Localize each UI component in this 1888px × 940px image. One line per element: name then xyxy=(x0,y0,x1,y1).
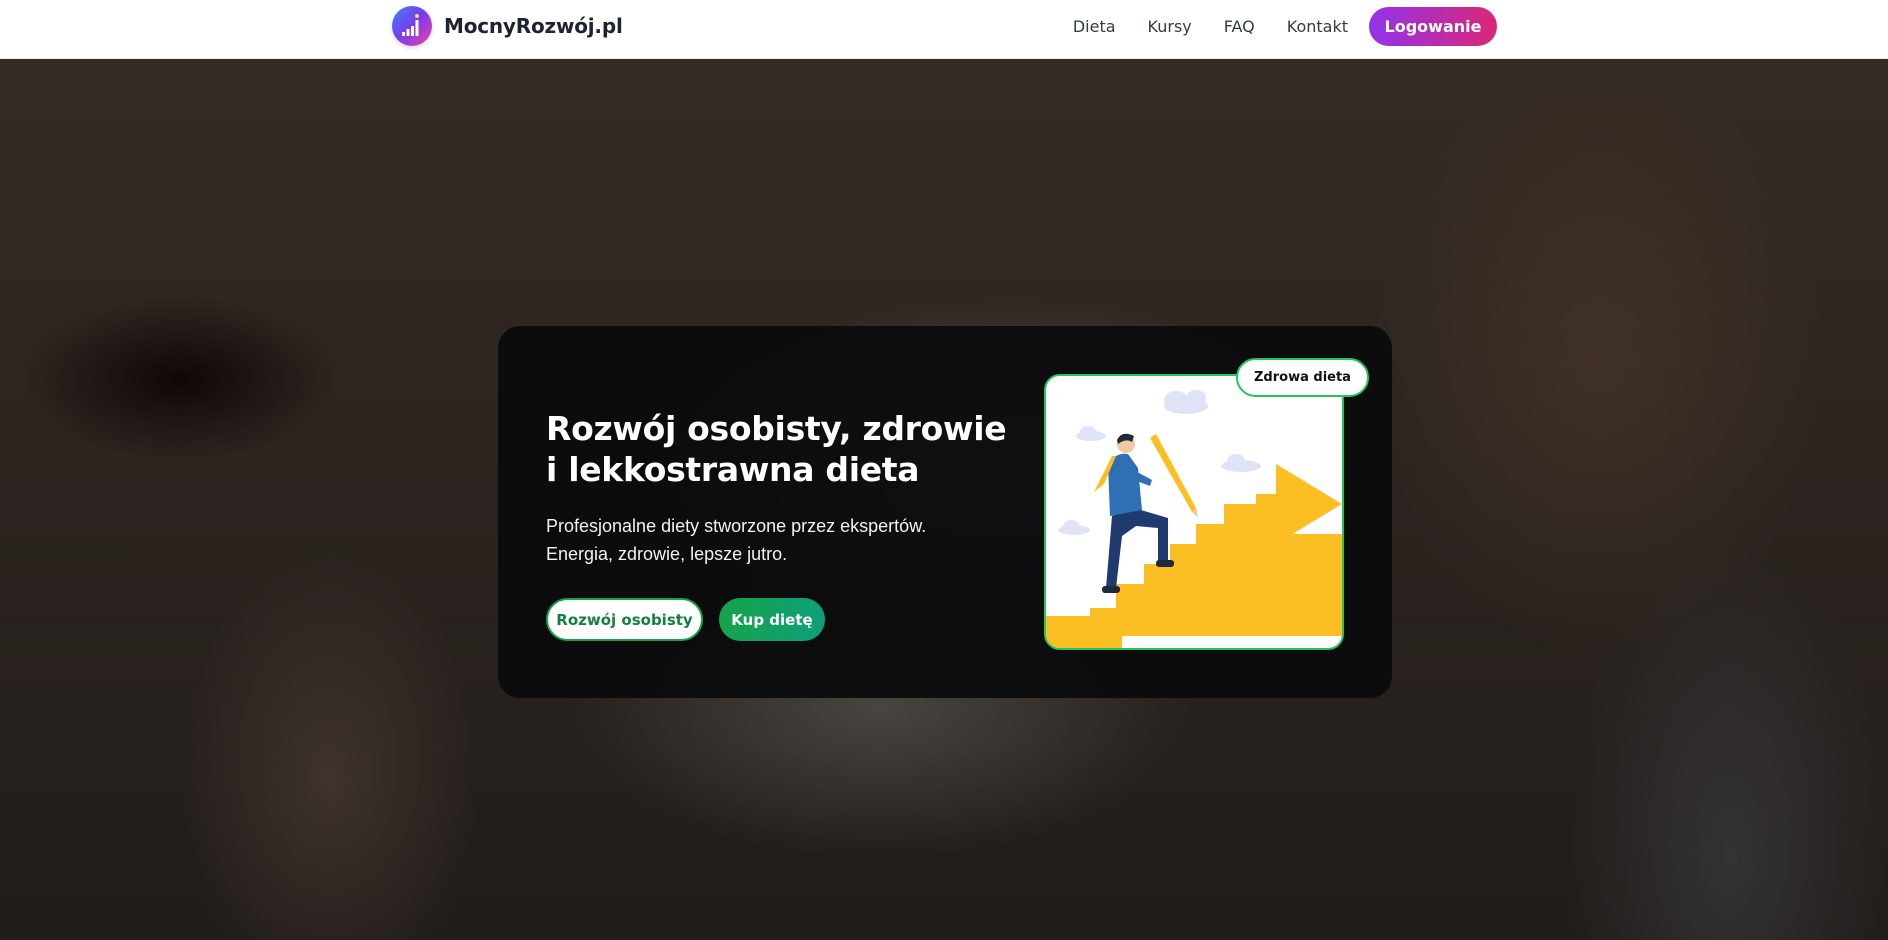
hero-subtitle-line2: Energia, zdrowie, lepsze jutro. xyxy=(546,544,788,564)
buy-diet-button[interactable]: Kup dietę xyxy=(719,598,825,641)
hero-illustration xyxy=(1044,374,1344,650)
nav-link-dieta[interactable]: Dieta xyxy=(1073,17,1116,36)
main-nav: Dieta Kursy FAQ Kontakt xyxy=(1073,6,1348,46)
hero-subtitle: Profesjonalne diety stworzone przez eksp… xyxy=(546,512,966,568)
healthy-diet-badge: Zdrowa dieta xyxy=(1236,358,1369,397)
brand-name: MocnyRozwój.pl xyxy=(444,14,623,38)
personal-development-button[interactable]: Rozwój osobisty xyxy=(546,598,703,641)
nav-link-faq[interactable]: FAQ xyxy=(1224,17,1255,36)
hero-title: Rozwój osobisty, zdrowie i lekkostrawna … xyxy=(546,409,1007,489)
hero-card: Rozwój osobisty, zdrowie i lekkostrawna … xyxy=(498,326,1392,698)
man-climbing-stairs-icon xyxy=(1046,390,1342,648)
brand[interactable]: MocnyRozwój.pl xyxy=(392,6,623,46)
nav-link-kursy[interactable]: Kursy xyxy=(1148,17,1192,36)
login-button[interactable]: Logowanie xyxy=(1369,7,1497,46)
site-header: MocnyRozwój.pl Dieta Kursy FAQ Kontakt L… xyxy=(0,0,1888,59)
nav-link-kontakt[interactable]: Kontakt xyxy=(1287,17,1348,36)
hero-subtitle-line1: Profesjonalne diety stworzone przez eksp… xyxy=(546,516,927,536)
growth-chart-icon xyxy=(392,6,432,46)
